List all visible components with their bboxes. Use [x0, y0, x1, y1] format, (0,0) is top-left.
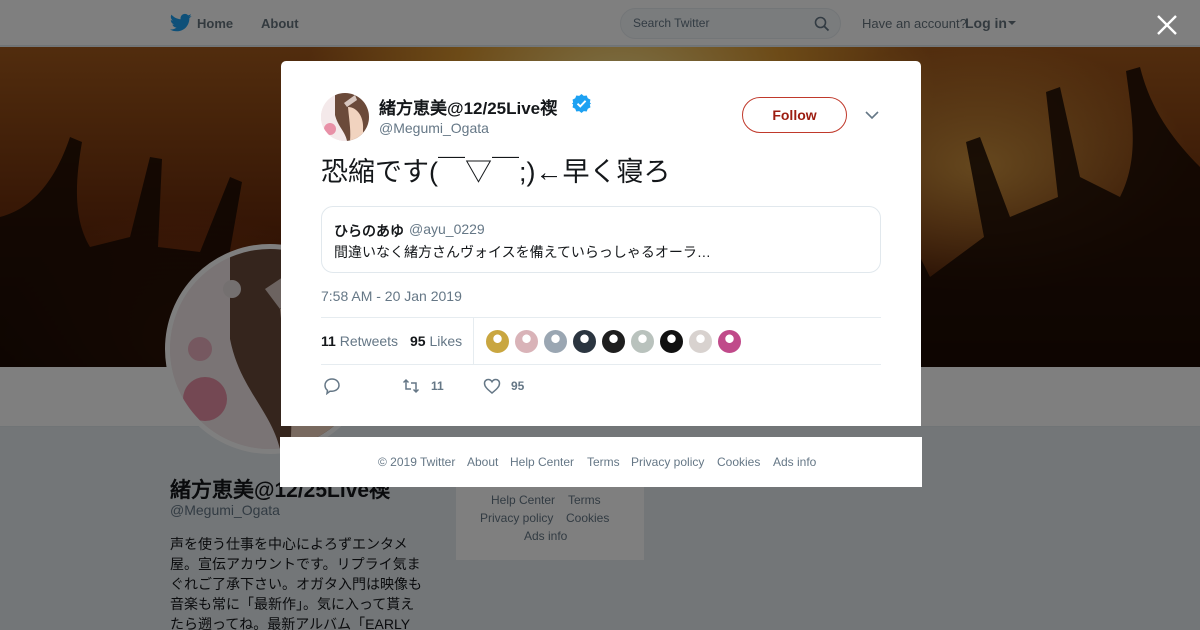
stats-divider: [473, 318, 474, 365]
follow-button[interactable]: Follow: [742, 97, 847, 133]
likes-stat[interactable]: 95 Likes: [410, 333, 462, 349]
quoted-tweet[interactable]: ひらのあゆ @ayu_0229 間違いなく緒方さんヴォイスを備えていらっしゃるオ…: [321, 206, 881, 273]
close-icon[interactable]: [1155, 13, 1179, 37]
modal-footer: © 2019 Twitter About Help Center Terms P…: [280, 437, 922, 487]
liker-avatar[interactable]: [601, 329, 626, 354]
retweet-icon[interactable]: [402, 377, 420, 395]
quote-author-handle: @ayu_0229: [409, 221, 485, 237]
footer-link-about[interactable]: About: [467, 455, 498, 469]
liker-avatar[interactable]: [630, 329, 655, 354]
retweets-count: 11: [321, 333, 336, 349]
heart-icon[interactable]: [483, 377, 501, 395]
likes-count: 95: [410, 333, 426, 349]
liker-avatar[interactable]: [659, 329, 684, 354]
verified-badge-icon: [572, 94, 591, 113]
retweet-count: 11: [431, 379, 444, 393]
retweets-label: Retweets: [339, 333, 399, 349]
liker-avatar[interactable]: [572, 329, 597, 354]
quote-text: 間違いなく緒方さんヴォイスを備えていらっしゃるオーラ…: [334, 244, 711, 260]
tweet-stats: 11 Retweets 95 Likes: [321, 317, 881, 365]
retweets-stat[interactable]: 11 Retweets: [321, 333, 398, 349]
likes-label: Likes: [429, 333, 463, 349]
chevron-down-icon[interactable]: [865, 110, 879, 120]
author-handle[interactable]: @Megumi_Ogata: [379, 120, 489, 136]
footer-link-cookies[interactable]: Cookies: [717, 455, 760, 469]
footer-link-ads[interactable]: Ads info: [773, 455, 816, 469]
tweet-actions: 11 95: [321, 377, 621, 397]
tweet-modal: 緒方恵美@12/25Live禊 @Megumi_Ogata Follow 恐縮で…: [281, 61, 921, 426]
tweet-timestamp[interactable]: 7:58 AM - 20 Jan 2019: [321, 288, 462, 304]
liker-avatar[interactable]: [543, 329, 568, 354]
avatar-illustration: [321, 93, 369, 141]
liker-avatar[interactable]: [485, 329, 510, 354]
tweet-text: 恐縮です(￣▽￣;)←早く寝ろ: [321, 157, 671, 187]
liker-avatar[interactable]: [688, 329, 713, 354]
author-avatar[interactable]: [321, 93, 369, 141]
footer-link-terms[interactable]: Terms: [587, 455, 620, 469]
liker-avatar[interactable]: [717, 329, 742, 354]
liker-avatar[interactable]: [514, 329, 539, 354]
like-count: 95: [511, 379, 525, 393]
author-name[interactable]: 緒方恵美@12/25Live禊: [379, 94, 557, 119]
quote-author-name: ひらのあゆ: [334, 223, 404, 239]
footer-link-privacy[interactable]: Privacy policy: [631, 455, 704, 469]
footer-copyright: © 2019 Twitter: [378, 455, 456, 469]
footer-link-help[interactable]: Help Center: [510, 455, 574, 469]
reply-icon[interactable]: [323, 377, 341, 395]
